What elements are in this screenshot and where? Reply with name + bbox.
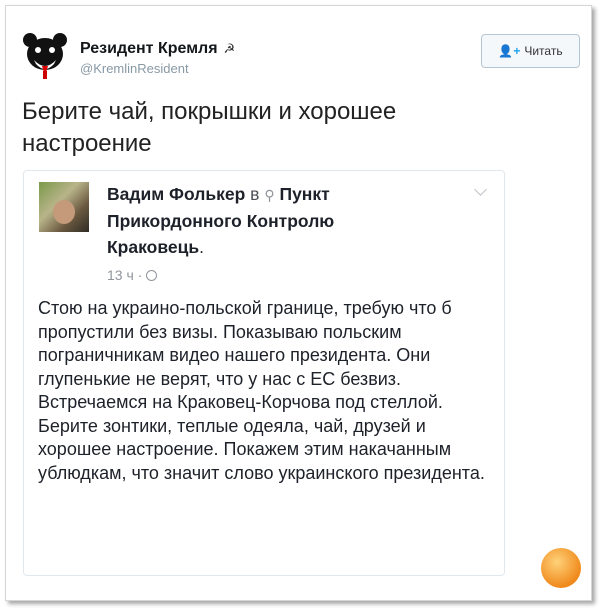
in-word: в xyxy=(250,184,260,204)
globe-icon xyxy=(146,269,158,281)
post-meta: 13 ч · xyxy=(107,267,158,283)
post-paragraph: Встречаемся на Краковец-Корчова под стел… xyxy=(38,392,485,483)
chevron-down-icon[interactable] xyxy=(474,183,487,196)
post-author[interactable]: Вадим Фолькер xyxy=(107,184,245,204)
author-face xyxy=(53,200,75,224)
post-body: Стою на украино-польской границе, требую… xyxy=(38,297,498,485)
add-user-icon: 👤+ xyxy=(498,44,521,58)
post-paragraph: Стою на украино-польской границе, требую… xyxy=(38,298,452,389)
author-handle[interactable]: @KremlinResident xyxy=(80,61,235,76)
embedded-facebook-post[interactable]: Вадим Фолькер в ⚲ Пункт Прикордонного Ко… xyxy=(23,170,505,576)
tweet-text: Берите чай, покрышки и хорошее настроени… xyxy=(22,98,397,157)
follow-button[interactable]: 👤+ Читать xyxy=(481,34,580,68)
author-name[interactable]: Резидент Кремля xyxy=(80,40,218,58)
tweet-author: Резидент Кремля ☭ @KremlinResident xyxy=(80,40,235,76)
post-header: Вадим Фолькер в ⚲ Пункт Прикордонного Ко… xyxy=(107,184,335,257)
post-author-photo[interactable] xyxy=(39,182,89,232)
location-pin-icon: ⚲ xyxy=(264,187,275,203)
watermark-logo xyxy=(541,548,581,588)
hammer-sickle-icon: ☭ xyxy=(223,41,236,56)
follow-label: Читать xyxy=(524,44,563,58)
post-time[interactable]: 13 ч xyxy=(107,267,134,283)
author-name-row[interactable]: Резидент Кремля ☭ xyxy=(80,40,235,58)
bear-avatar[interactable] xyxy=(20,30,70,80)
meta-dot: · xyxy=(137,267,143,283)
